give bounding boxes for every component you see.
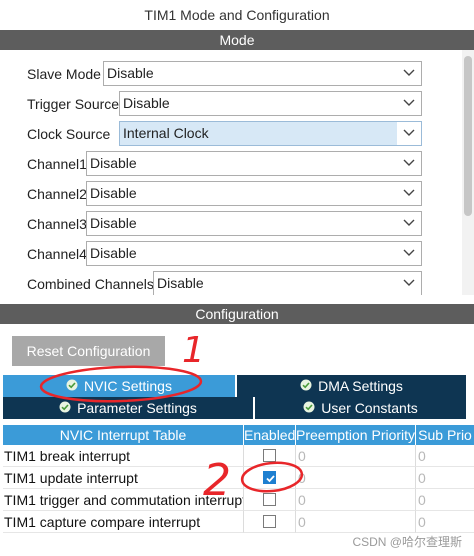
sub-priority-cell[interactable]: 0 <box>416 445 474 467</box>
channel1-select[interactable]: Disable <box>86 151 422 176</box>
chevron-down-icon <box>397 62 421 85</box>
slave-mode-value: Disable <box>107 65 154 81</box>
channel2-value: Disable <box>90 185 137 201</box>
channel2-row: Channel2 Disable <box>0 181 460 207</box>
trigger-source-select[interactable]: Disable <box>119 91 422 116</box>
combined-channels-select[interactable]: Disable <box>153 271 422 295</box>
tab-nvic-settings[interactable]: NVIC Settings <box>3 375 235 397</box>
chevron-down-icon <box>397 122 421 145</box>
sub-priority-cell[interactable]: 0 <box>416 511 474 533</box>
chevron-down-icon <box>397 242 421 265</box>
capture-compare-checkbox[interactable] <box>263 515 276 528</box>
interrupt-name-cell: TIM1 trigger and commutation interrupts <box>3 489 244 511</box>
channel4-select[interactable]: Disable <box>86 241 422 266</box>
check-circle-icon <box>303 397 315 419</box>
channel2-select[interactable]: Disable <box>86 181 422 206</box>
channel4-row: Channel4 Disable <box>0 241 460 267</box>
preemption-priority-cell[interactable]: 0 <box>296 489 416 511</box>
column-header-preemption[interactable]: Preemption Priority <box>296 425 416 445</box>
sub-priority-cell[interactable]: 0 <box>416 467 474 489</box>
preemption-priority-cell[interactable]: 0 <box>296 511 416 533</box>
combined-channels-value: Disable <box>157 275 204 291</box>
interrupt-name-cell: TIM1 break interrupt <box>3 445 244 467</box>
channel3-value: Disable <box>90 215 137 231</box>
break-interrupt-checkbox[interactable] <box>263 449 276 462</box>
clock-source-label: Clock Source <box>27 126 111 142</box>
check-circle-icon <box>59 397 71 419</box>
watermark: CSDN @哈尔查理斯 <box>352 535 462 549</box>
channel4-label: Channel4 <box>27 246 87 262</box>
column-header-sub-priority[interactable]: Sub Prio <box>416 425 474 445</box>
annotation-mark-1: 1 <box>182 330 205 371</box>
clock-source-row: Clock Source Internal Clock <box>0 121 460 147</box>
combined-channels-label: Combined Channels <box>27 276 154 292</box>
channel3-select[interactable]: Disable <box>86 211 422 236</box>
trigger-interrupt-checkbox[interactable] <box>263 493 276 506</box>
update-interrupt-checkbox[interactable] <box>263 471 276 484</box>
channel3-label: Channel3 <box>27 216 87 232</box>
clock-source-select[interactable]: Internal Clock <box>119 121 422 146</box>
channel3-row: Channel3 Disable <box>0 211 460 237</box>
chevron-down-icon <box>397 212 421 235</box>
tab-user-constants-label: User Constants <box>321 400 418 416</box>
clock-source-value: Internal Clock <box>123 125 209 141</box>
tab-dma-settings-label: DMA Settings <box>318 378 403 394</box>
combined-channels-row: Combined Channels Disable <box>0 271 460 295</box>
mode-scrollbar-thumb[interactable] <box>464 56 472 216</box>
chevron-down-icon <box>397 92 421 115</box>
interrupt-name-cell: TIM1 update interrupt <box>3 467 244 489</box>
tab-nvic-settings-label: NVIC Settings <box>84 378 172 394</box>
enabled-cell <box>244 445 296 467</box>
mode-panel: Slave Mode Disable Trigger Source Disabl… <box>0 50 474 295</box>
reset-configuration-button[interactable]: Reset Configuration <box>12 336 165 366</box>
check-icon <box>266 475 275 483</box>
slave-mode-row: Slave Mode Disable <box>0 61 460 87</box>
channel1-row: Channel1 Disable <box>0 151 460 177</box>
enabled-cell <box>244 489 296 511</box>
trigger-source-label: Trigger Source <box>27 96 120 112</box>
tab-user-constants[interactable]: User Constants <box>255 397 466 419</box>
channel2-label: Channel2 <box>27 186 87 202</box>
channel1-value: Disable <box>90 155 137 171</box>
interrupt-name-cell: TIM1 capture compare interrupt <box>3 511 244 533</box>
trigger-source-row: Trigger Source Disable <box>0 91 460 117</box>
channel4-value: Disable <box>90 245 137 261</box>
window-title: TIM1 Mode and Configuration <box>0 0 474 30</box>
column-header-interrupt[interactable]: NVIC Interrupt Table <box>3 425 244 445</box>
mode-section-header: Mode <box>0 30 474 50</box>
mode-scrollbar[interactable] <box>462 50 474 295</box>
nvic-interrupt-table: NVIC Interrupt Table Enabled Preemption … <box>3 425 474 533</box>
preemption-priority-cell[interactable]: 0 <box>296 467 416 489</box>
enabled-cell <box>244 467 296 489</box>
trigger-source-value: Disable <box>123 95 170 111</box>
sub-priority-cell[interactable]: 0 <box>416 489 474 511</box>
check-circle-icon <box>300 375 312 397</box>
chevron-down-icon <box>397 182 421 205</box>
column-header-enabled[interactable]: Enabled <box>244 425 296 445</box>
slave-mode-label: Slave Mode <box>27 66 101 82</box>
slave-mode-select[interactable]: Disable <box>103 61 422 86</box>
tab-parameter-settings-label: Parameter Settings <box>77 400 197 416</box>
chevron-down-icon <box>397 152 421 175</box>
configuration-section-header: Configuration <box>0 304 474 324</box>
enabled-cell <box>244 511 296 533</box>
preemption-priority-cell[interactable]: 0 <box>296 445 416 467</box>
channel1-label: Channel1 <box>27 156 87 172</box>
chevron-down-icon <box>397 272 421 295</box>
check-circle-icon <box>66 375 78 397</box>
tab-dma-settings[interactable]: DMA Settings <box>237 375 466 397</box>
tab-parameter-settings[interactable]: Parameter Settings <box>3 397 253 419</box>
